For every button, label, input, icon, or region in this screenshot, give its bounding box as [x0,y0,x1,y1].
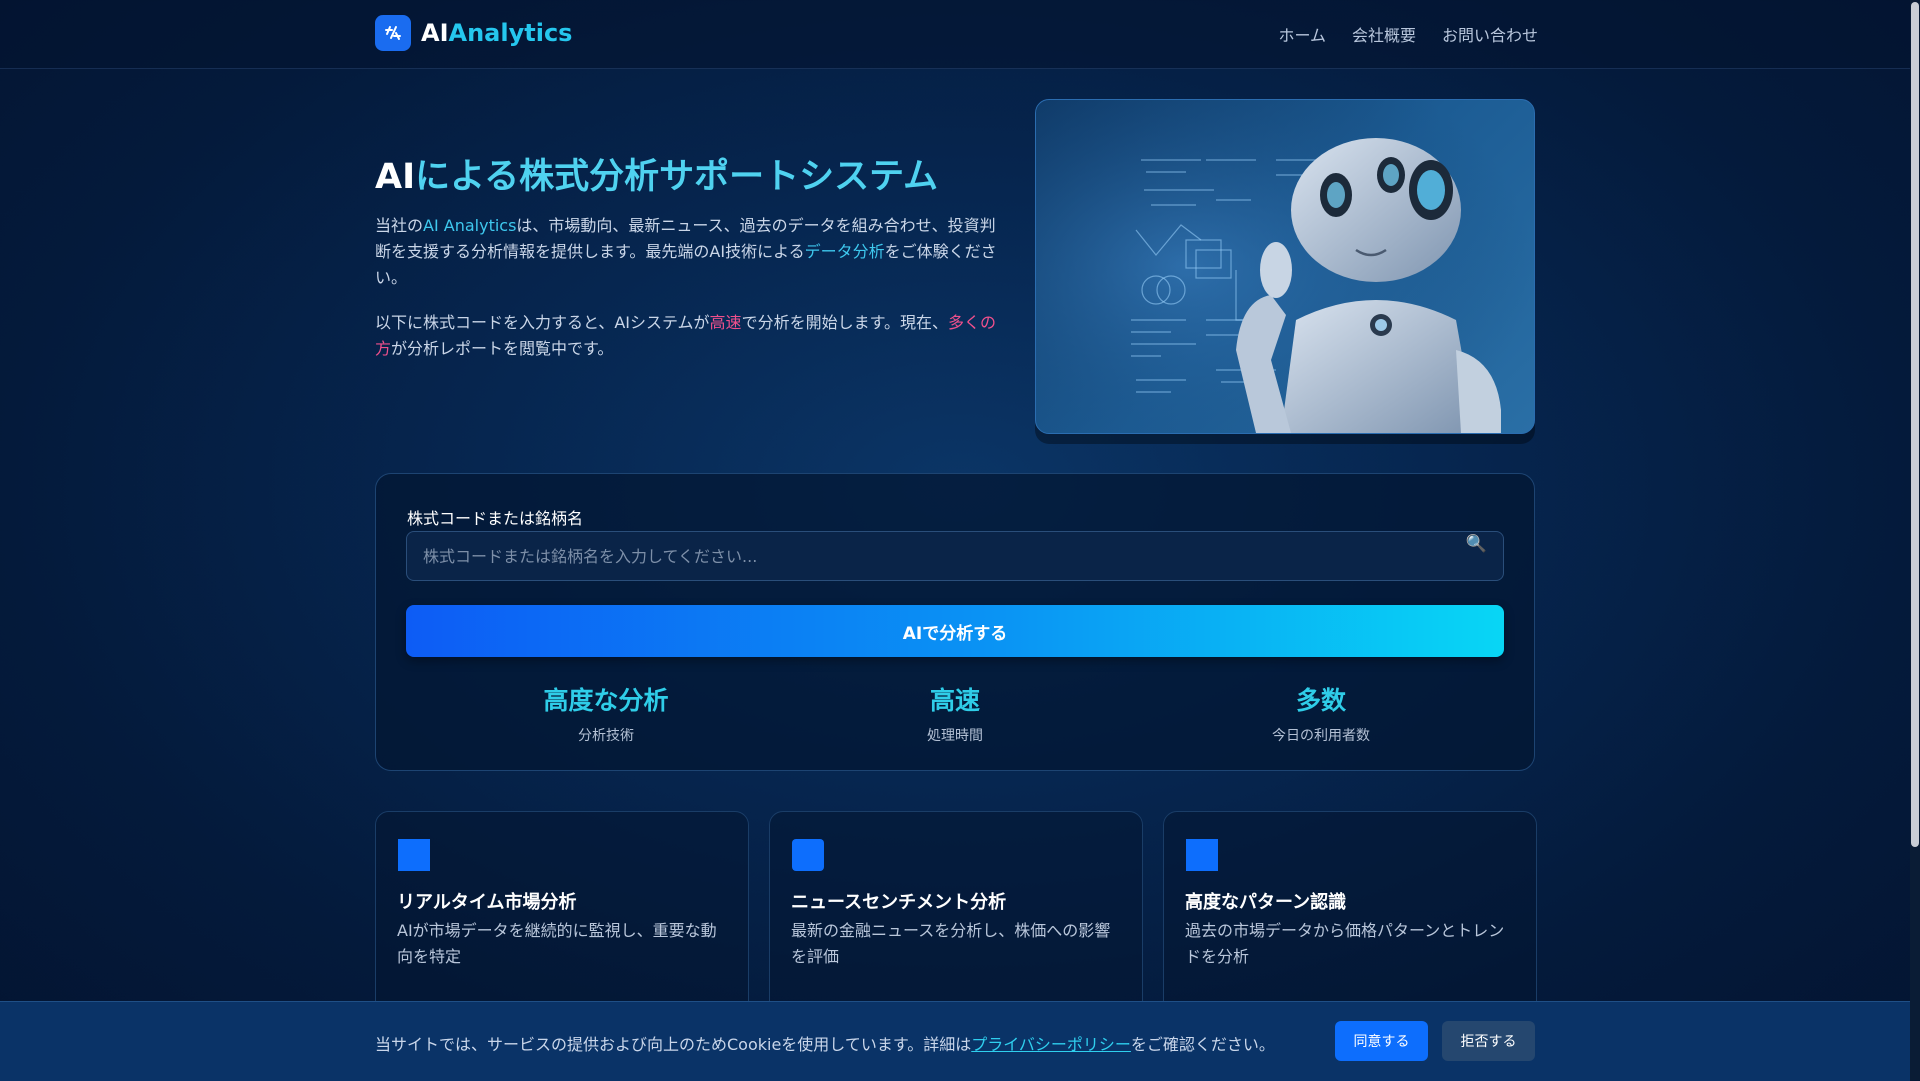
main-nav: ホーム 会社概要 お問い合わせ [1278,22,1538,46]
hero-p2-c: が分析レポートを閲覧中です。 [391,339,614,358]
site-header: AIAnalytics ホーム 会社概要 お問い合わせ [0,0,1920,69]
page-scrollbar[interactable] [1910,0,1920,1080]
scrollbar-thumb[interactable] [1911,2,1919,847]
hero-p2-highlight-speed: 高速 [709,313,742,332]
chart-icon [398,839,430,871]
stat-speed: 高速 処理時間 [805,681,1105,745]
brand-name: AIAnalytics [421,19,572,47]
feature-description: 過去の市場データから価格パターンとトレンドを分析 [1185,921,1505,966]
cookie-banner: 当サイトでは、サービスの提供および向上のためCookieを使用しています。詳細は… [0,1001,1910,1081]
cookie-text-a: 当サイトでは、サービスの提供および向上のためCookieを使用しています。詳細は [375,1035,972,1054]
feature-title: 高度なパターン認識 [1185,892,1347,913]
brand-name-analytics: Analytics [448,19,573,47]
hero-p2-b: で分析を開始します。現在、 [741,313,948,332]
pattern-icon [1186,839,1218,871]
news-icon [792,839,824,871]
hero-intro-paragraph: 当社のAI Analyticsは、市場動向、最新ニュース、過去のデータを組み合わ… [375,213,1005,291]
hero-p2-a: 以下に株式コードを入力すると、AIシステムが [375,313,710,332]
stock-search-label: 株式コードまたは銘柄名 [407,509,584,528]
brand-name-ai: AI [421,19,449,47]
nav-contact-link[interactable]: お問い合わせ [1442,22,1538,46]
hero-p1-highlight: データ分析 [804,242,885,261]
stat-label: 今日の利用者数 [1272,728,1370,744]
hero-title: AIによる株式分析サポートシステム [375,148,938,199]
hero-title-rest: による株式分析サポートシステム [415,157,939,197]
cookie-message: 当サイトでは、サービスの提供および向上のためCookieを使用しています。詳細は… [375,1031,1275,1055]
stat-users: 多数 今日の利用者数 [1171,681,1471,745]
nav-home-link[interactable]: ホーム [1278,22,1326,46]
stat-label: 処理時間 [927,728,983,744]
feature-title: リアルタイム市場分析 [397,892,577,913]
stat-analysis: 高度な分析 分析技術 [456,681,756,745]
stat-value: 多数 [1295,686,1346,715]
feature-description: AIが市場データを継続的に監視し、重要な動向を特定 [397,921,717,966]
nav-about-link[interactable]: 会社概要 [1352,22,1416,46]
feature-title: ニュースセンチメント分析 [791,892,1007,913]
cookie-reject-button[interactable]: 拒否する [1442,1021,1535,1061]
stat-value: 高度な分析 [543,686,669,715]
analysis-panel: 株式コードまたは銘柄名 🔍 AIで分析する 高度な分析 分析技術 高速 処理時間… [375,473,1535,771]
search-icon: 🔍 [1465,534,1487,554]
feature-card-pattern: 高度なパターン認識 過去の市場データから価格パターンとトレンドを分析 [1163,811,1537,1023]
stat-value: 高速 [929,686,980,715]
brand-logo[interactable]: AIAnalytics [375,15,572,51]
hero-p1-brand: AI Analytics [423,216,517,235]
feature-card-realtime: リアルタイム市場分析 AIが市場データを継続的に監視し、重要な動向を特定 [375,811,749,1023]
privacy-policy-link[interactable]: プライバシーポリシー [971,1035,1131,1054]
stock-search-box: 🔍 [406,531,1504,581]
feature-description: 最新の金融ニュースを分析し、株価への影響を評価 [791,921,1111,966]
cookie-text-b: をご確認ください。 [1130,1035,1275,1054]
stat-label: 分析技術 [578,728,634,744]
hero-p1-a: 当社の [375,216,424,235]
brand-logo-icon [375,15,411,51]
stock-search-input[interactable] [407,532,1503,580]
feature-card-news: ニュースセンチメント分析 最新の金融ニュースを分析し、株価への影響を評価 [769,811,1143,1023]
cookie-accept-button[interactable]: 同意する [1335,1021,1428,1061]
analyze-button[interactable]: AIで分析する [406,605,1504,657]
hero-robot-image [1035,99,1535,434]
hero-instruction-paragraph: 以下に株式コードを入力すると、AIシステムが高速で分析を開始します。現在、多くの… [375,310,1005,362]
hero-title-ai: AI [375,157,416,197]
